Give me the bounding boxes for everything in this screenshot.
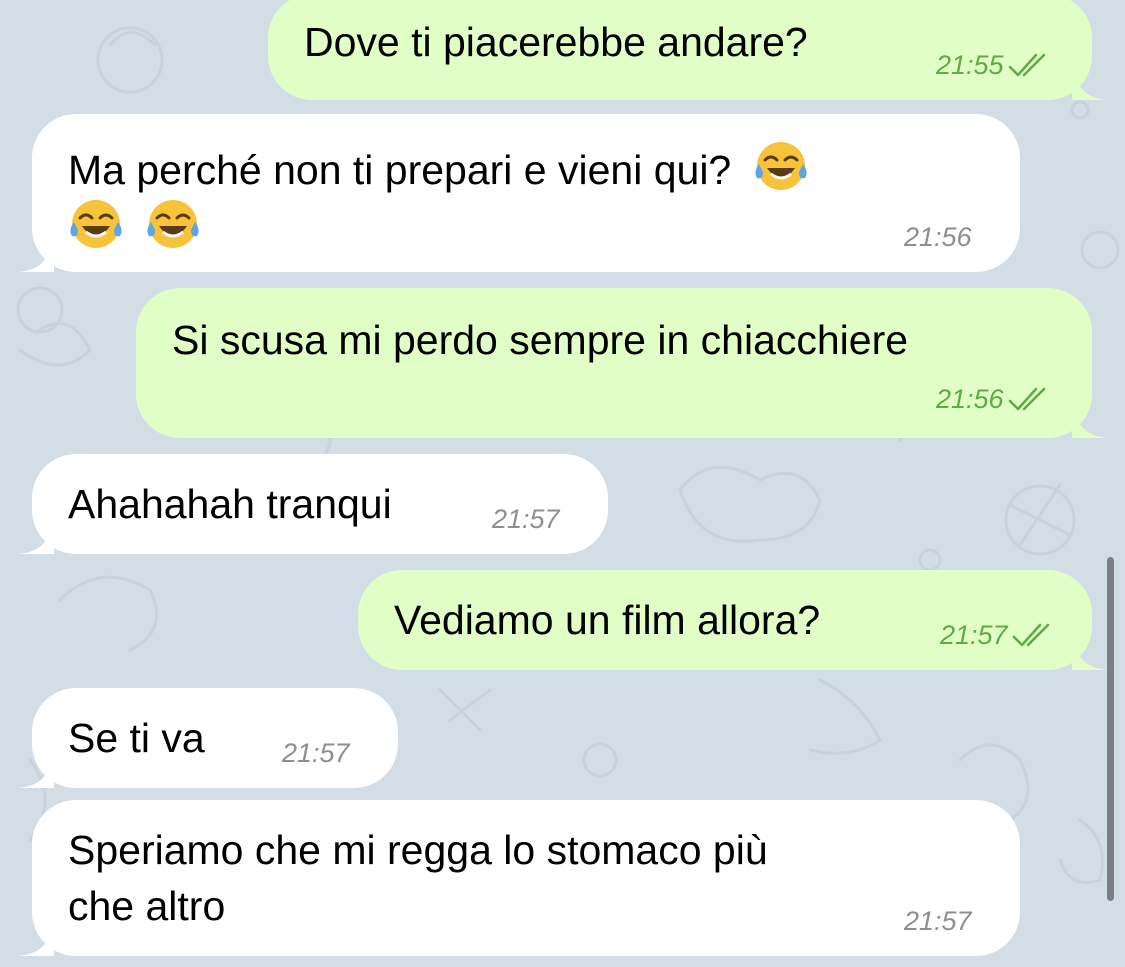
message-bubble-incoming[interactable]: Ahahahah tranqui 21:57 xyxy=(18,454,608,554)
bubble-tail xyxy=(1072,64,1108,100)
bubble-tail xyxy=(18,518,54,554)
face-with-tears-of-joy-icon xyxy=(147,200,200,248)
message-bubble-incoming[interactable]: Ma perché non ti prepari e vieni qui? 21… xyxy=(18,114,1020,272)
message-time: 21:56 xyxy=(936,384,1004,414)
message-text: Vediamo un film allora? xyxy=(394,597,821,643)
message-bubble-incoming[interactable]: Speriamo che mi regga lo stomaco più che… xyxy=(18,800,1020,956)
bubble-tail xyxy=(1072,402,1108,438)
read-double-check-icon xyxy=(1008,53,1045,77)
message-text: Ma perché non ti prepari e vieni qui? xyxy=(68,138,809,198)
message-text: Dove ti piacerebbe andare? xyxy=(304,19,808,65)
message-text: Se ti va xyxy=(68,715,205,761)
message-time: 21:57 xyxy=(904,906,972,936)
message-meta: 21:55 xyxy=(936,50,1054,80)
bubble-tail xyxy=(18,236,54,272)
message-text-line: Speriamo che mi regga lo stomaco più xyxy=(68,827,768,873)
message-bubble-outgoing[interactable]: Vediamo un film allora? 21:57 xyxy=(358,570,1108,670)
message-meta: 21:56 xyxy=(904,222,972,252)
message-text-line: che altro xyxy=(68,883,226,929)
face-with-tears-of-joy-icon xyxy=(755,142,807,190)
bubble-tail xyxy=(1072,634,1108,670)
message-time: 21:57 xyxy=(282,738,350,768)
message-time: 21:55 xyxy=(936,50,1004,80)
message-time: 21:56 xyxy=(904,222,972,252)
bubble-tail xyxy=(18,920,54,956)
message-bubble-outgoing[interactable]: Dove ti piacerebbe andare? 21:55 xyxy=(268,0,1108,100)
message-text: Si scusa mi perdo sempre in chiacchiere xyxy=(172,317,909,363)
message-text: Ahahahah tranqui xyxy=(68,481,392,527)
message-meta: 21:56 xyxy=(936,384,1054,414)
message-bubble-outgoing[interactable]: Si scusa mi perdo sempre in chiacchiere … xyxy=(136,288,1108,438)
message-meta: 21:57 xyxy=(904,906,972,936)
message-text-line: Ma perché non ti prepari e vieni qui? xyxy=(68,147,732,193)
bubble-tail xyxy=(18,752,54,788)
message-time: 21:57 xyxy=(492,504,560,534)
message-meta: 21:57 xyxy=(282,738,350,768)
scrollbar[interactable] xyxy=(1107,557,1114,901)
message-time: 21:57 xyxy=(940,620,1008,650)
message-meta: 21:57 xyxy=(492,504,560,534)
emoji-row xyxy=(68,196,201,256)
read-double-check-icon xyxy=(1012,623,1049,647)
face-with-tears-of-joy-icon xyxy=(70,200,122,248)
message-bubble-incoming[interactable]: Se ti va 21:57 xyxy=(18,688,398,788)
message-meta: 21:57 xyxy=(940,620,1058,650)
read-double-check-icon xyxy=(1008,387,1045,411)
